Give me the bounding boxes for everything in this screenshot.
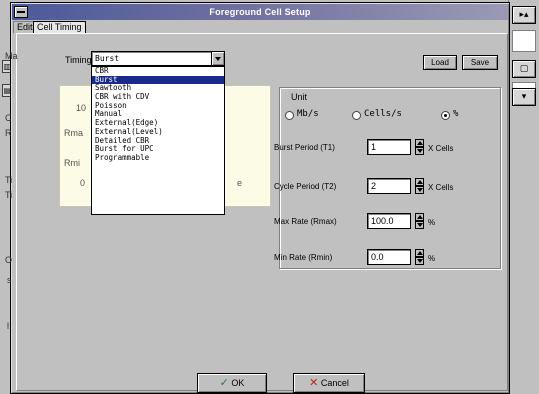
background-label: O: [5, 255, 13, 265]
background-right-button[interactable]: ▢: [512, 60, 536, 78]
radio-mbps-label[interactable]: Mb/s: [297, 109, 319, 119]
cycle-period-unit: X Cells: [428, 183, 454, 192]
radio-percent-label[interactable]: %: [453, 109, 458, 119]
info-panel-text: 10: [76, 103, 87, 113]
cycle-period-spinner[interactable]: [415, 178, 424, 194]
background-label: C: [5, 113, 12, 123]
background-label: s: [7, 275, 12, 285]
spin-up-icon[interactable]: [415, 249, 424, 257]
min-rate-unit: %: [428, 254, 436, 263]
radio-cells-per-sec[interactable]: [352, 111, 361, 120]
max-rate-spinner[interactable]: [415, 213, 424, 229]
cycle-period-input[interactable]: 2: [367, 178, 411, 194]
timing-selected-value: Burst: [95, 54, 120, 63]
background-label: Ti: [5, 190, 13, 200]
min-rate-input[interactable]: 0.0: [367, 249, 411, 265]
timing-dropdown-list: CBR Burst Sawtooth CBR with CDV Poisson …: [91, 66, 225, 215]
tab-cell-timing[interactable]: Cell Timing: [33, 21, 86, 33]
radio-cells-per-sec-label[interactable]: Cells/s: [364, 109, 402, 119]
spin-down-icon[interactable]: [415, 257, 424, 265]
cancel-button[interactable]: ✕ Cancel: [293, 373, 365, 393]
cancel-button-label: Cancel: [320, 378, 349, 388]
spin-down-icon[interactable]: [415, 147, 424, 155]
background-right-button[interactable]: ▾: [512, 88, 536, 106]
max-rate-input[interactable]: 100.0: [367, 213, 411, 229]
burst-period-input[interactable]: 1: [367, 139, 411, 155]
spin-up-icon[interactable]: [415, 213, 424, 221]
dialog-title: Foreground Cell Setup: [209, 7, 311, 17]
ok-button-label: OK: [231, 378, 245, 388]
burst-period-unit: X Cells: [428, 144, 454, 153]
min-rate-label: Min Rate (Rmin): [274, 253, 333, 262]
timing-select[interactable]: Burst: [91, 51, 225, 66]
background-label: R: [5, 128, 12, 138]
cycle-period-label: Cycle Period (T2): [274, 182, 337, 191]
background-label: l: [7, 321, 9, 331]
info-panel-text: 0: [80, 178, 86, 188]
background-label: Ti: [5, 175, 13, 185]
timing-option[interactable]: Programmable: [92, 153, 224, 163]
burst-period-spinner[interactable]: [415, 139, 424, 155]
save-button[interactable]: Save: [462, 55, 498, 70]
radio-percent[interactable]: [441, 111, 450, 120]
chevron-down-icon[interactable]: [211, 52, 224, 65]
min-rate-value: 0.0: [371, 252, 384, 262]
spin-up-icon[interactable]: [415, 139, 424, 147]
spin-up-icon[interactable]: [415, 178, 424, 186]
spin-down-icon[interactable]: [415, 221, 424, 229]
unit-group-title: Unit: [289, 92, 310, 102]
burst-period-value: 1: [371, 142, 377, 152]
ok-button[interactable]: ✓ OK: [197, 373, 267, 393]
info-panel-text: Rma: [64, 128, 84, 138]
cycle-period-value: 2: [371, 181, 377, 191]
max-rate-unit: %: [428, 218, 436, 227]
spin-down-icon[interactable]: [415, 186, 424, 194]
max-rate-value: 100.0: [371, 216, 394, 226]
background-scroll-button[interactable]: ▸▴: [512, 6, 536, 24]
checkmark-icon: ✓: [219, 377, 229, 389]
foreground-cell-setup-dialog: Foreground Cell Setup Edit Cell Timing M…: [5, 2, 510, 394]
burst-period-label: Burst Period (T1): [274, 143, 335, 152]
load-button[interactable]: Load: [423, 55, 457, 70]
timing-label: Timing: [65, 55, 92, 65]
max-rate-label: Max Rate (Rmax): [274, 217, 337, 226]
info-panel-text: Rmi: [64, 158, 80, 168]
background-label: Ma: [5, 51, 18, 61]
radio-mbps[interactable]: [285, 111, 294, 120]
menu-bar: [12, 20, 508, 32]
min-rate-spinner[interactable]: [415, 249, 424, 265]
info-panel-text: e: [237, 178, 243, 188]
background-right-field: [512, 30, 536, 52]
title-bar[interactable]: Foreground Cell Setup: [12, 4, 508, 20]
close-icon: ✕: [309, 377, 319, 389]
